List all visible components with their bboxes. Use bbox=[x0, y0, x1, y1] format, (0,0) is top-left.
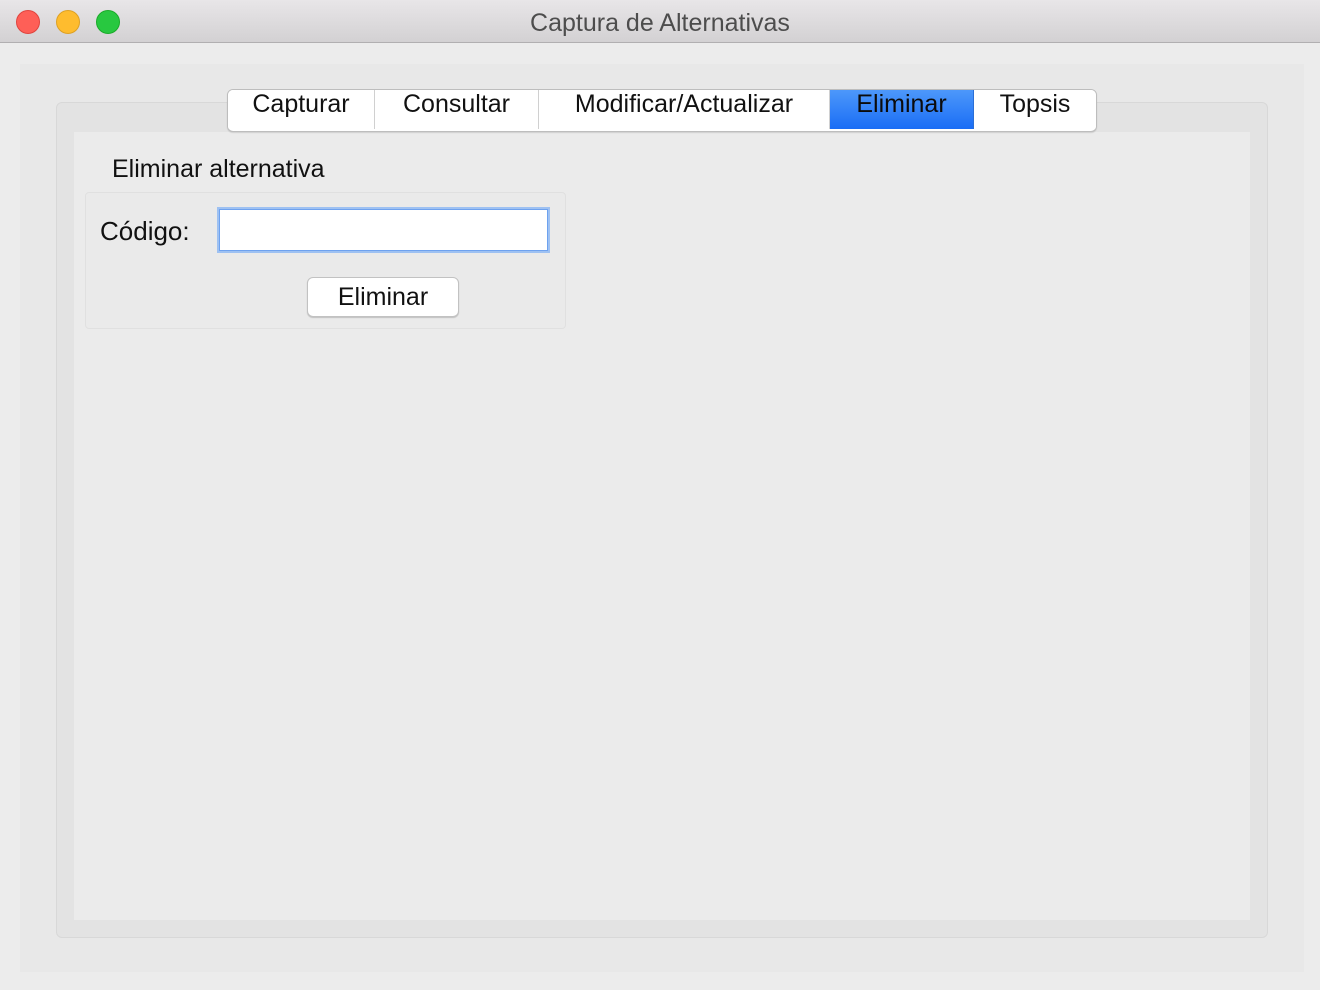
tab-modificar-actualizar[interactable]: Modificar/Actualizar bbox=[539, 90, 830, 129]
window-title: Captura de Alternativas bbox=[530, 9, 790, 37]
section-title: Eliminar alternativa bbox=[112, 155, 325, 183]
tab-eliminar[interactable]: Eliminar bbox=[830, 90, 974, 129]
tab-topsis[interactable]: Topsis bbox=[974, 90, 1096, 129]
tab-consultar[interactable]: Consultar bbox=[375, 90, 539, 129]
code-label: Código: bbox=[100, 216, 190, 246]
title-bar: Captura de Alternativas bbox=[0, 0, 1320, 43]
delete-button[interactable]: Eliminar bbox=[307, 277, 459, 317]
app-window: Captura de Alternativas Capturar Consult… bbox=[0, 0, 1320, 990]
code-input[interactable] bbox=[217, 207, 550, 253]
tab-bar: Capturar Consultar Modificar/Actualizar … bbox=[227, 89, 1097, 132]
tab-capturar[interactable]: Capturar bbox=[228, 90, 375, 129]
